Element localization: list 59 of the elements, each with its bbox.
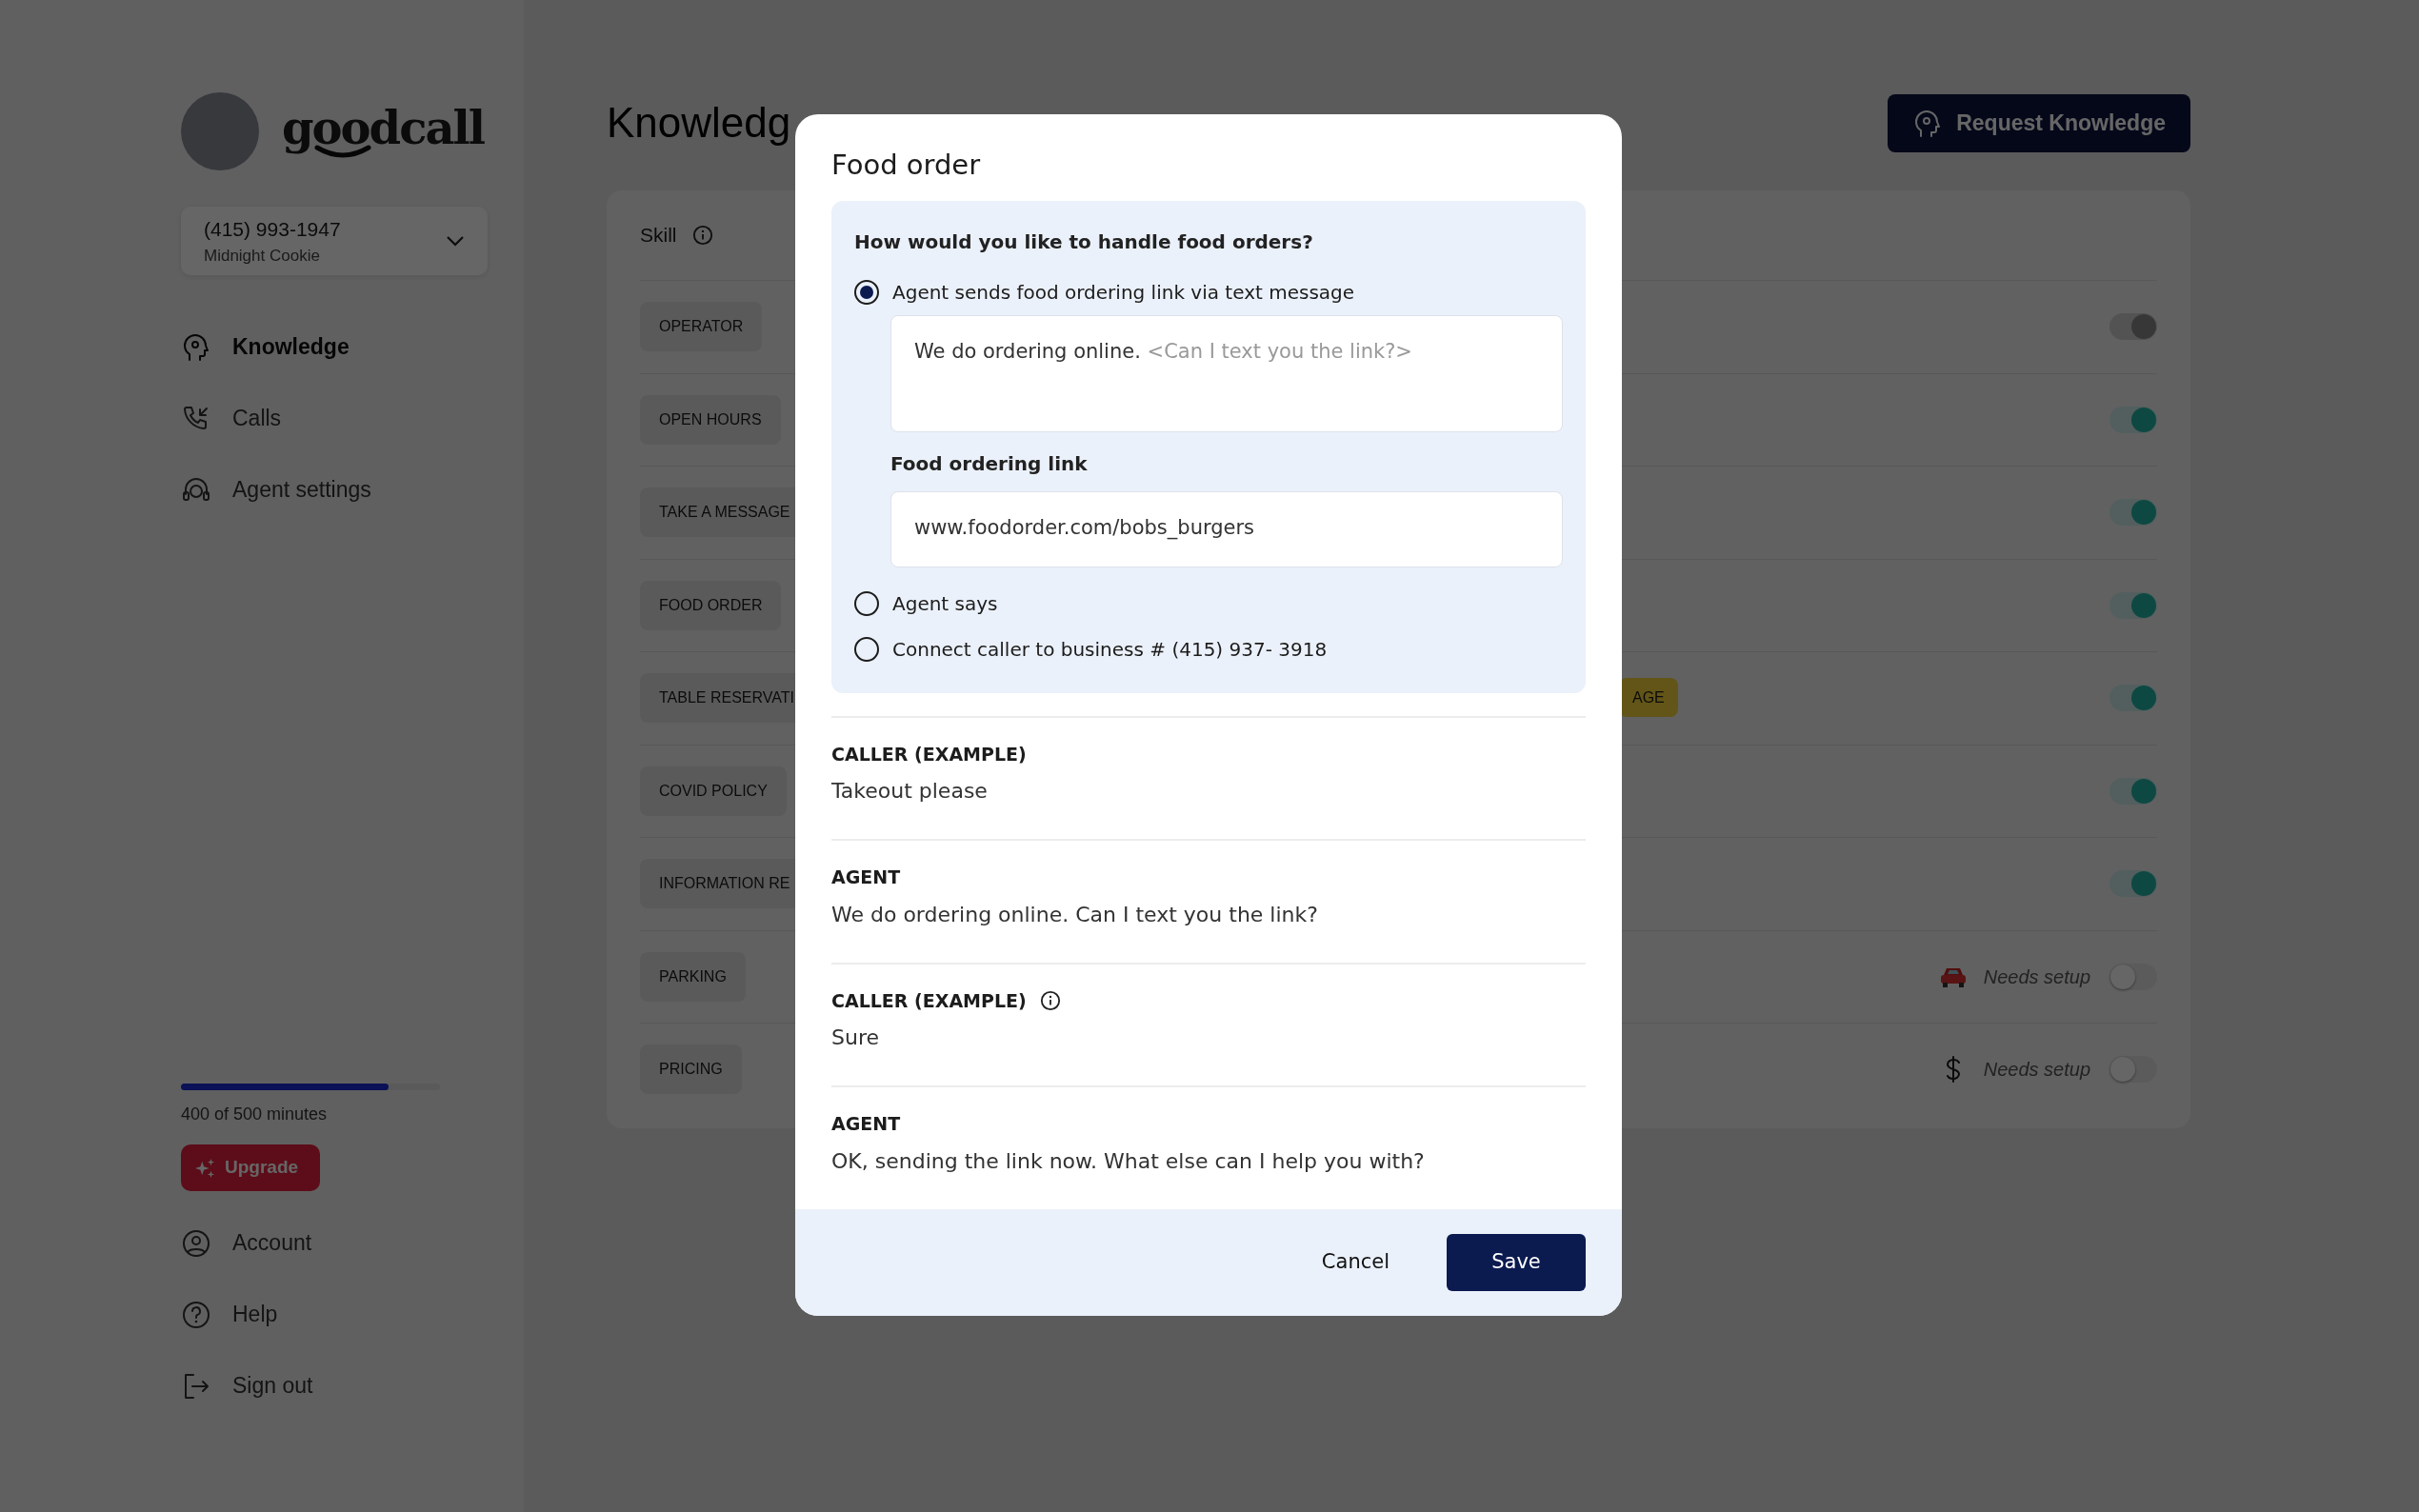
skill-label: OPERATOR — [640, 302, 763, 352]
column-header: Skill — [640, 223, 677, 249]
speaker-label: CALLER (EXAMPLE) — [831, 988, 1027, 1013]
toggle-switch[interactable] — [2109, 1056, 2157, 1084]
sparkle-icon — [194, 1157, 215, 1179]
toggle-switch[interactable] — [2109, 685, 2157, 712]
dialog-title: Food order — [831, 149, 982, 182]
radio-button[interactable] — [854, 636, 879, 662]
info-icon — [1039, 990, 1061, 1012]
message-text-area[interactable]: We do ordering online. <Can I text you the link?> — [890, 314, 1563, 432]
toggle-switch[interactable] — [2109, 777, 2157, 805]
phone-number: (415) 993-1947 — [204, 216, 342, 242]
radio-button[interactable] — [854, 590, 879, 616]
nav-item[interactable]: Calls — [181, 383, 282, 454]
help-icon — [181, 1299, 211, 1330]
chevron-down-icon — [446, 235, 465, 247]
speaker-label: AGENT — [831, 1112, 901, 1137]
nav-item[interactable]: Account — [181, 1207, 312, 1279]
nav-item[interactable]: Sign out — [181, 1350, 313, 1422]
save-button[interactable]: Save — [1447, 1233, 1586, 1291]
radio-button[interactable] — [854, 279, 879, 305]
skill-label: FOOD ORDER — [640, 580, 782, 630]
toggle-switch[interactable] — [2109, 406, 2157, 433]
user-icon — [181, 1227, 211, 1259]
nav-item[interactable]: Knowledge — [181, 311, 350, 383]
nav-item[interactable]: Help — [181, 1279, 278, 1350]
option-label[interactable]: Connect caller to business # (415) 937- 3918 — [892, 634, 1328, 664]
status-text: Needs setup — [1983, 965, 2090, 989]
message-text: Takeout please — [831, 778, 989, 806]
link-input-field[interactable]: www.foodorder.com/bobs_burgers — [890, 490, 1563, 567]
cancel-button[interactable]: Cancel — [1302, 1238, 1409, 1287]
toggle-switch[interactable] — [2109, 870, 2157, 898]
skill-label: OPEN HOURS — [640, 394, 781, 445]
field-label: Food ordering link — [890, 450, 1089, 477]
page-title: Knowledg — [607, 98, 791, 149]
skill-label: PARKING — [640, 951, 746, 1002]
option-label[interactable]: Agent says — [892, 588, 998, 618]
toggle-switch[interactable] — [2109, 963, 2157, 990]
question-text: How would you like to handle food orders? — [854, 229, 1314, 255]
upgrade-button[interactable]: Upgrade — [181, 1144, 320, 1191]
option-label[interactable]: Agent sends food ordering link via text message — [892, 277, 1355, 307]
info-icon — [691, 225, 713, 246]
message-text: We do ordering online. Can I text you the link? — [831, 901, 1319, 928]
speaker-label: CALLER (EXAMPLE) — [831, 742, 1027, 766]
request-knowledge-button[interactable]: Request Knowledge — [1888, 94, 2190, 152]
toggle-switch[interactable] — [2109, 591, 2157, 619]
head-gear-icon — [181, 331, 211, 363]
skill-tag: AGE — [1619, 678, 1678, 718]
phone-selector[interactable]: (415) 993-1947 Midnight Cookie — [181, 207, 488, 275]
skill-label: COVID POLICY — [640, 766, 787, 816]
usage-text: 400 of 500 minutes — [181, 1104, 329, 1125]
business-name: Midnight Cookie — [204, 246, 321, 267]
speaker-label: AGENT — [831, 865, 901, 890]
nav-item[interactable]: Agent settings — [181, 454, 371, 526]
skill-label: PRICING — [640, 1044, 742, 1095]
status-text: Needs setup — [1983, 1058, 2090, 1083]
toggle-switch[interactable] — [2109, 499, 2157, 527]
message-text: Sure — [831, 1025, 880, 1052]
message-text: OK, sending the link now. What else can I help you with? — [831, 1147, 1426, 1175]
